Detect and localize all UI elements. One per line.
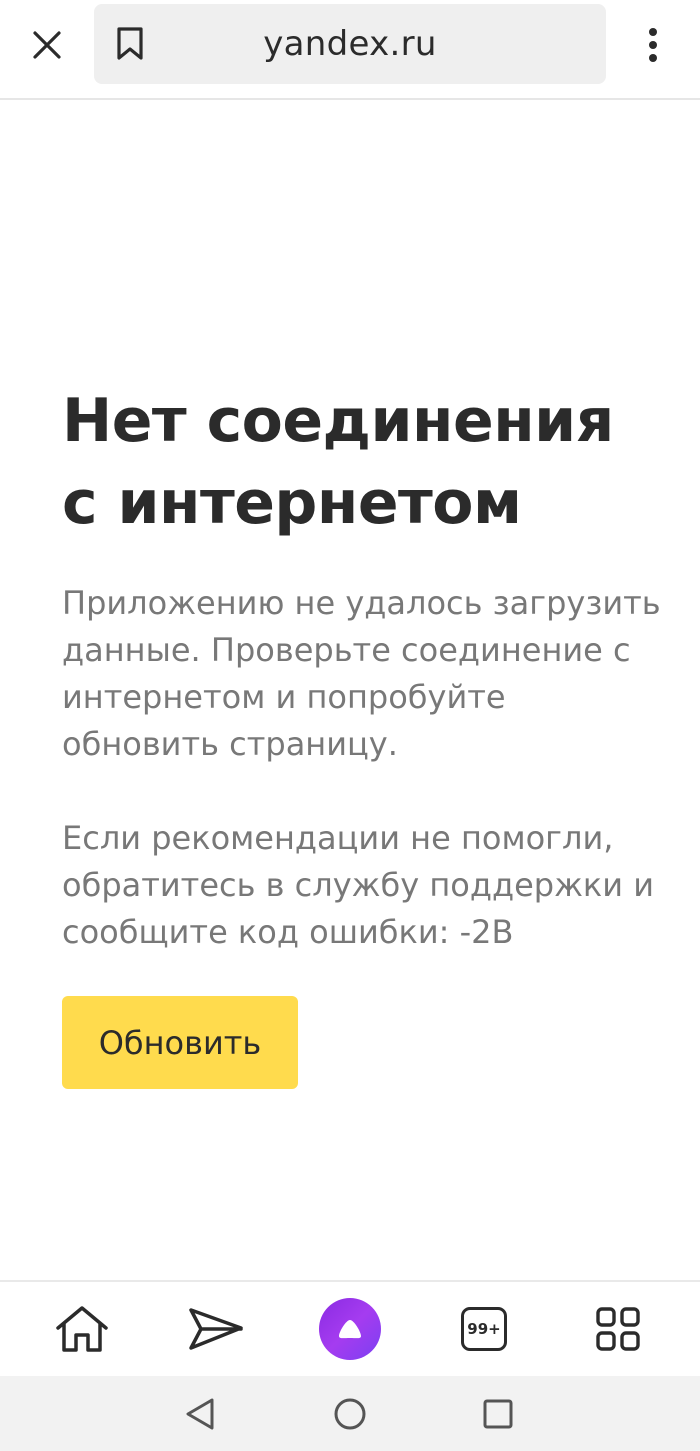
support-text: Если рекомендации не помогли, обратитесь… [62,819,654,951]
home-icon [56,1306,108,1352]
back-button[interactable] [180,1394,220,1434]
close-icon [33,31,61,59]
address-bar[interactable]: yandex.ru [94,4,606,84]
error-content: Нет соединения с интернетом Приложению н… [62,380,662,1089]
services-button[interactable] [583,1294,653,1364]
more-vertical-icon [649,28,657,62]
error-title: Нет соединения с интернетом [62,386,614,538]
home-circle-icon [334,1398,366,1430]
system-home-button[interactable] [330,1394,370,1434]
recents-button[interactable] [478,1394,518,1434]
browser-top-bar: yandex.ru [0,0,700,100]
tabs-button[interactable]: 99+ [449,1294,519,1364]
close-button[interactable] [22,22,72,68]
recents-icon [483,1399,513,1429]
url-text: yandex.ru [263,24,437,64]
messenger-button[interactable] [181,1294,251,1364]
menu-button[interactable] [632,22,674,68]
system-navigation-bar [0,1376,700,1451]
tabs-icon: 99+ [461,1307,507,1351]
grid-icon [596,1307,640,1351]
back-icon [186,1398,214,1430]
send-icon [189,1308,243,1350]
alice-icon [319,1298,381,1360]
home-button[interactable] [47,1294,117,1364]
refresh-button[interactable]: Обновить [62,996,298,1089]
error-description: Приложению не удалось загрузить данные. … [62,584,661,763]
alice-button[interactable] [315,1294,385,1364]
bottom-toolbar: 99+ [0,1280,700,1376]
